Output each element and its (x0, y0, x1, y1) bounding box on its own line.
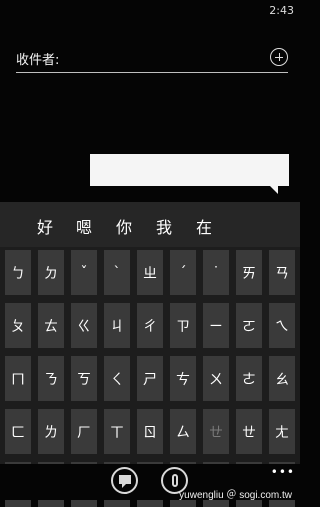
send-icon[interactable] (111, 467, 138, 494)
add-recipient-button[interactable] (270, 48, 288, 66)
key[interactable]: ㄒ (104, 409, 130, 454)
zhuyin-keyboard: 好 嗯 你 我 在 ㄅ ㄉ ˇ ˋ ㄓ ˊ ˙ ㄞ ㄢ ㄆ ㄊ ㄍ ㄐ ㄔ ㄗ … (0, 202, 300, 507)
candidate-word[interactable]: 好 (37, 214, 53, 238)
status-bar: 2:43 (0, 0, 300, 22)
recipient-label: 收件者: (16, 53, 60, 68)
key[interactable]: ㄉ (38, 250, 64, 295)
recipient-row[interactable]: 收件者: (16, 46, 288, 74)
candidate-word[interactable]: 你 (116, 214, 132, 238)
key[interactable]: ˇ (71, 250, 97, 295)
key[interactable]: ㄑ (104, 356, 130, 401)
key[interactable]: ㄞ (236, 250, 262, 295)
key[interactable]: ㄨ (203, 356, 229, 401)
key[interactable]: ㄓ (137, 250, 163, 295)
key[interactable]: ㄋ (38, 356, 64, 401)
key[interactable]: ㄕ (137, 356, 163, 401)
key[interactable]: ㄎ (71, 356, 97, 401)
candidate-word[interactable]: 在 (196, 214, 212, 238)
key[interactable]: ㄍ (71, 303, 97, 348)
key[interactable]: ㄗ (170, 303, 196, 348)
watermark: yuwengliu ＠ sogi.com.tw (179, 490, 292, 501)
key[interactable]: ㄌ (38, 409, 64, 454)
key[interactable]: ㄟ (269, 303, 295, 348)
candidate-word[interactable]: 我 (156, 214, 172, 238)
more-options-button[interactable]: ••• (271, 465, 295, 479)
candidate-word[interactable]: 嗯 (76, 214, 92, 238)
key[interactable]: ㄙ (170, 409, 196, 454)
key[interactable]: ㄢ (269, 250, 295, 295)
key[interactable]: ㄊ (38, 303, 64, 348)
key[interactable]: ㄘ (170, 356, 196, 401)
candidate-bar: 好 嗯 你 我 在 (0, 202, 300, 247)
key[interactable]: ㄜ (236, 356, 262, 401)
key[interactable]: ㄔ (137, 303, 163, 348)
key[interactable]: ˊ (170, 250, 196, 295)
key[interactable]: ㄤ (269, 409, 295, 454)
key[interactable]: ㄝ (203, 409, 229, 454)
message-bubble-tail (270, 186, 278, 194)
key[interactable]: ˙ (203, 250, 229, 295)
status-time: 2:43 (269, 4, 294, 17)
key[interactable]: ㄅ (5, 250, 31, 295)
recipient-field-underline (16, 72, 288, 73)
key[interactable]: ㄐ (104, 303, 130, 348)
key[interactable]: ㄧ (203, 303, 229, 348)
key[interactable]: ㄆ (5, 303, 31, 348)
message-input[interactable] (90, 154, 289, 186)
key[interactable]: ㄖ (137, 409, 163, 454)
key[interactable]: ㄏ (71, 409, 97, 454)
key[interactable]: ㄛ (236, 303, 262, 348)
key[interactable]: ㄠ (269, 356, 295, 401)
key[interactable]: ˋ (104, 250, 130, 295)
app-bar: ••• yuwengliu ＠ sogi.com.tw (0, 464, 300, 501)
key[interactable]: ㄈ (5, 409, 31, 454)
key[interactable]: ㄇ (5, 356, 31, 401)
key[interactable]: ㄝ (236, 409, 262, 454)
